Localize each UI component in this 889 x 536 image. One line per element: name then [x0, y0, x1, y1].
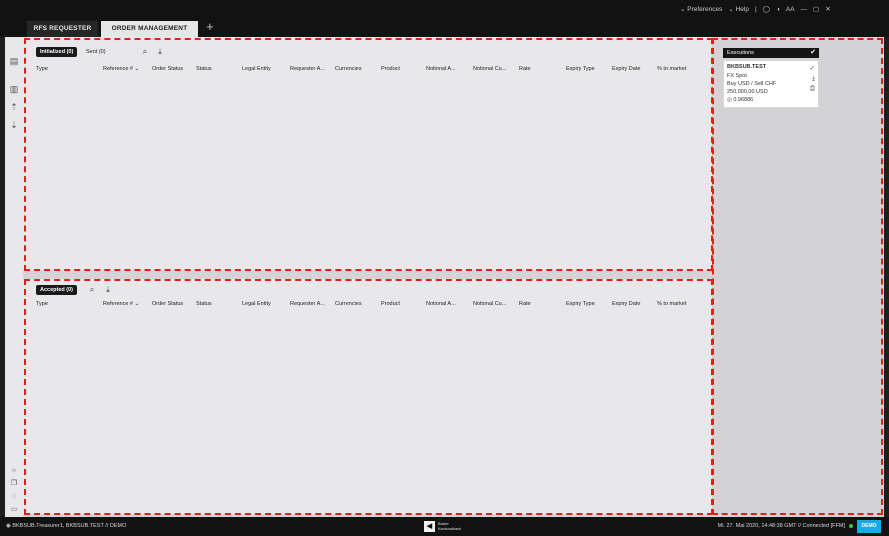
initialized-sent-panel: Initialized (0) Sent (0) ⌕ ⤓ Type Refere…: [23, 37, 712, 270]
col-expiry-date[interactable]: Expiry Date: [612, 301, 640, 307]
col-pct-to-market[interactable]: % to market: [657, 301, 686, 307]
left-toolbar: ▤ ▥ ⇡ ⇣ ☼ ❐ ◌ ▭: [5, 37, 23, 517]
chevron-down-icon: ⌄: [134, 66, 140, 72]
col-currencies[interactable]: Currencies: [335, 66, 362, 72]
demo-badge: DEMO: [857, 520, 881, 533]
chevron-down-icon: ⌄: [680, 6, 686, 13]
col-order-status[interactable]: Order Status: [152, 301, 183, 307]
col-type[interactable]: Type: [36, 301, 48, 307]
upload-icon[interactable]: ⇡: [8, 101, 20, 113]
executions-header: Executions ✔: [723, 48, 819, 58]
col-reference[interactable]: Reference # ⌄: [103, 66, 139, 72]
bell-icon[interactable]: ◯: [763, 4, 770, 16]
execution-entity: BKBSUB.TEST: [727, 64, 767, 70]
col-rate[interactable]: Rate: [519, 301, 531, 307]
accept-icon[interactable]: ✓: [810, 64, 815, 72]
sun-icon[interactable]: ☼: [8, 465, 20, 477]
keyboard-icon[interactable]: ▭: [8, 504, 20, 516]
download-icon[interactable]: ⇣: [8, 119, 20, 131]
tab-initialized[interactable]: Initialized (0): [36, 47, 78, 57]
bank-logo: ◀ Basler Kantonalbank: [424, 520, 461, 533]
search-icon[interactable]: ⌕: [87, 285, 97, 295]
accepted-panel: Accepted (0) ⌕ ⤓ Type Reference # ⌄ Orde…: [23, 279, 712, 514]
search-icon[interactable]: ⌕: [140, 47, 150, 57]
col-notional-amount[interactable]: Notional A...: [426, 66, 456, 72]
print-icon[interactable]: ⎙: [810, 85, 815, 93]
shield-icon[interactable]: ◌: [8, 491, 20, 503]
col-order-status[interactable]: Order Status: [152, 66, 183, 72]
copy-icon[interactable]: ❐: [8, 478, 20, 490]
execution-product: FX Spot: [727, 73, 747, 79]
col-currencies[interactable]: Currencies: [335, 301, 362, 307]
help-menu[interactable]: ⌄ Help: [728, 4, 749, 16]
col-product[interactable]: Product: [381, 66, 400, 72]
col-notional-amount[interactable]: Notional A...: [426, 301, 456, 307]
col-product[interactable]: Product: [381, 301, 400, 307]
close-icon[interactable]: ✕: [825, 4, 830, 16]
rate-icon: ◎: [727, 97, 732, 103]
executions-panel: Executions ✔ BKBSUB.TEST FX Spot Buy USD…: [717, 37, 884, 515]
col-requester[interactable]: Requester A...: [290, 66, 325, 72]
add-tab-button[interactable]: +: [203, 19, 217, 35]
check-all-icon[interactable]: ✔: [810, 48, 816, 58]
minimize-icon[interactable]: —: [801, 4, 808, 16]
col-legal-entity[interactable]: Legal Entity: [242, 301, 271, 307]
col-expiry-type[interactable]: Expiry Type: [566, 301, 595, 307]
connected-indicator: [849, 523, 853, 528]
col-rate[interactable]: Rate: [519, 66, 531, 72]
tab-accepted[interactable]: Accepted (0): [36, 285, 78, 295]
restore-icon[interactable]: ▢: [813, 4, 819, 16]
font-size-button[interactable]: AA: [786, 4, 795, 16]
contrast-icon[interactable]: ◑: [776, 4, 780, 16]
download-icon[interactable]: ⤓: [155, 47, 165, 57]
preferences-menu[interactable]: ⌄ Preferences: [680, 4, 722, 16]
col-expiry-date[interactable]: Expiry Date: [612, 66, 640, 72]
col-pct-to-market[interactable]: % to market: [657, 66, 686, 72]
tab-sent[interactable]: Sent (0): [82, 47, 110, 57]
col-requester[interactable]: Requester A...: [290, 301, 325, 307]
workspace: ▤ ▥ ⇡ ⇣ ☼ ❐ ◌ ▭ Initialized (0) Sent (0)…: [5, 37, 884, 517]
bank-logo-icon: ◀: [424, 521, 435, 532]
execution-rate: ◎ 0.96886: [727, 97, 754, 103]
divider: |: [754, 6, 757, 13]
col-notional-currency[interactable]: Notional Cu...: [473, 66, 506, 72]
execution-amount: 250,000.00 USD: [727, 89, 768, 95]
tab-order-management[interactable]: ORDER MANAGEMENT: [101, 21, 198, 37]
col-legal-entity[interactable]: Legal Entity: [242, 66, 271, 72]
col-status[interactable]: Status: [196, 66, 212, 72]
execution-side: Buy USD / Sell CHF: [727, 81, 777, 87]
window-controls: ⌄ Preferences ⌄ Help | ◯ ◑ AA — ▢ ✕: [680, 4, 831, 16]
user-info: ◉ BKBSUB.Treasurer1, BKBSUB.TEST // DEMO: [6, 523, 127, 529]
connection-status: Mi. 27. Mai 2020, 14:48:38 GMT // Connec…: [718, 517, 853, 536]
col-expiry-type[interactable]: Expiry Type: [566, 66, 595, 72]
chevron-down-icon: ⌄: [728, 6, 734, 13]
user-icon[interactable]: ◉: [6, 523, 11, 529]
clipboard-icon[interactable]: ▥: [8, 83, 20, 95]
col-status[interactable]: Status: [196, 301, 212, 307]
col-type[interactable]: Type: [36, 66, 48, 72]
title-bar: RFS REQUESTER ORDER MANAGEMENT + ⌄ Prefe…: [0, 0, 889, 37]
execution-card[interactable]: BKBSUB.TEST FX Spot Buy USD / Sell CHF 2…: [723, 60, 819, 108]
clipboard-settings-icon[interactable]: ▤: [8, 55, 20, 67]
col-notional-currency[interactable]: Notional Cu...: [473, 301, 506, 307]
download-icon[interactable]: ⤓: [812, 75, 815, 83]
chevron-down-icon: ⌄: [134, 301, 140, 307]
tab-rfs-requester[interactable]: RFS REQUESTER: [27, 21, 98, 37]
status-bar: ◉ BKBSUB.Treasurer1, BKBSUB.TEST // DEMO…: [0, 517, 889, 536]
col-reference[interactable]: Reference # ⌄: [103, 301, 139, 307]
download-icon[interactable]: ⤓: [103, 285, 113, 295]
